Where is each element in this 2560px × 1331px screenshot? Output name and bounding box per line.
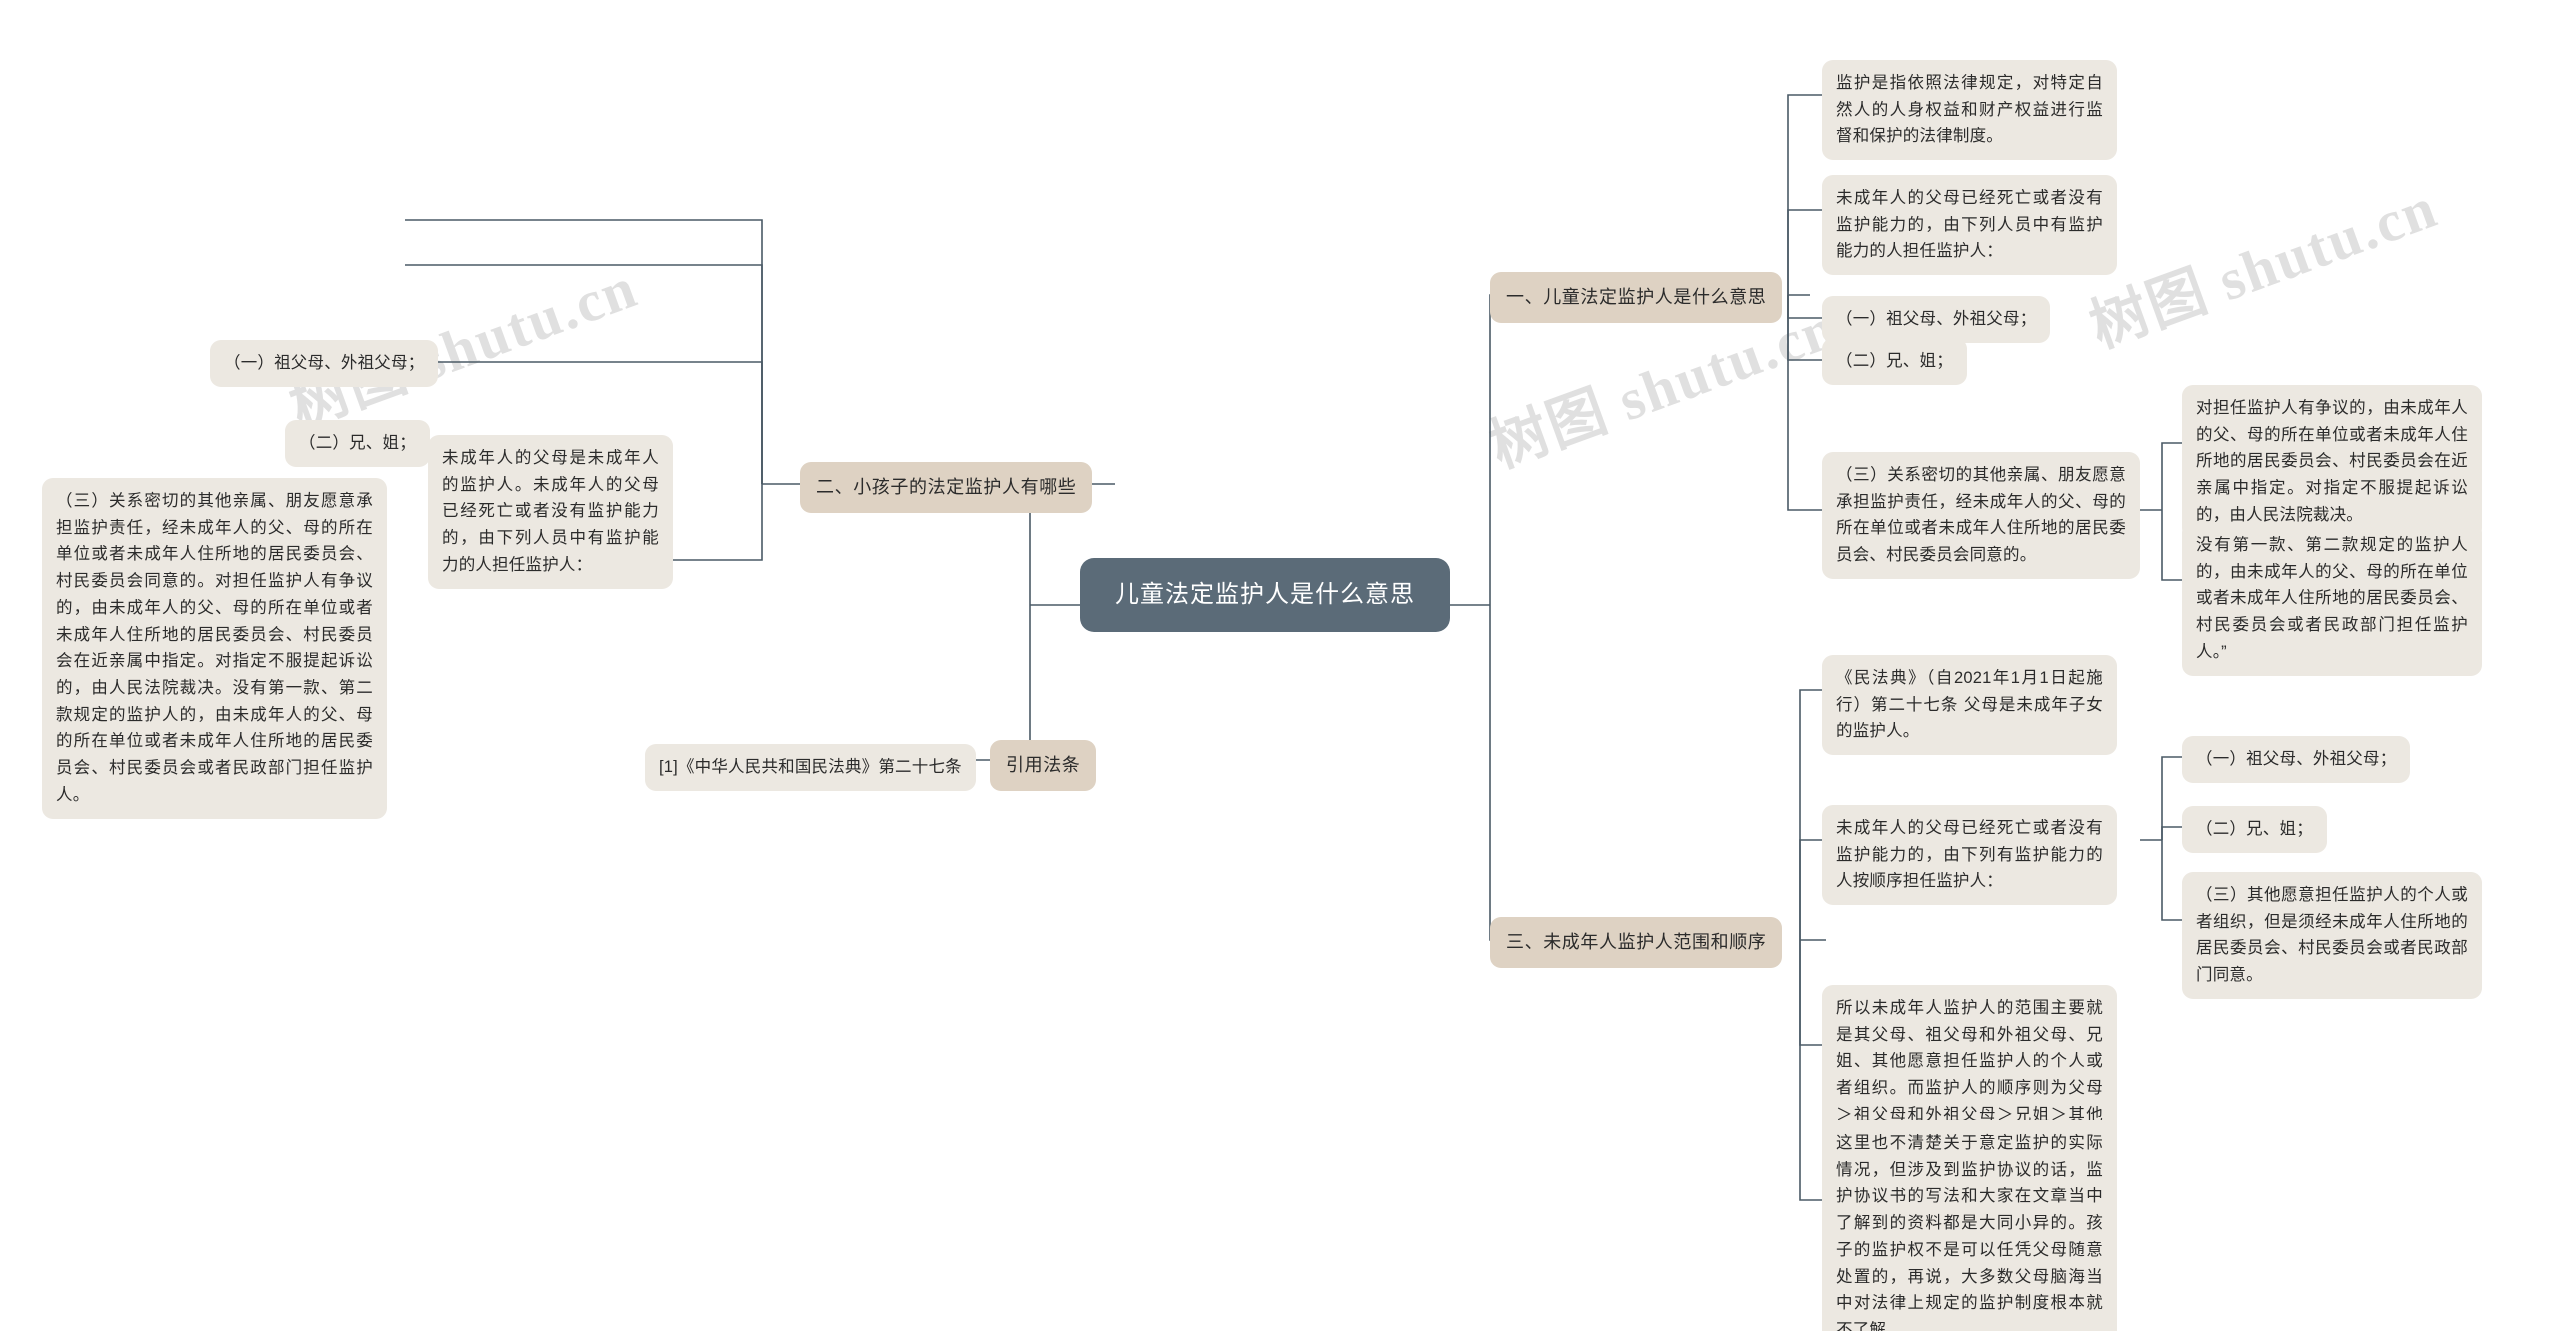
- leaf-label: 未成年人的父母已经死亡或者没有监护能力的，由下列有监护能力的人按顺序担任监护人：: [1836, 819, 2103, 891]
- leaf-node-r3-c2[interactable]: 未成年人的父母已经死亡或者没有监护能力的，由下列有监护能力的人按顺序担任监护人：: [1822, 805, 2117, 906]
- leaf-node-r3-c2-g3[interactable]: （三）其他愿意担任监护人的个人或者组织，但是须经未成年人住所地的居民委员会、村民…: [2182, 872, 2482, 999]
- leaf-label: （二）兄、姐；: [1836, 352, 1953, 370]
- leaf-label: （三）关系密切的其他亲属、朋友愿意承担监护责任，经未成年人的父、母的所在单位或者…: [1836, 466, 2126, 565]
- branch-node-reference[interactable]: 引用法条: [990, 740, 1097, 792]
- leaf-node-left-intro[interactable]: 未成年人的父母是未成年人的监护人。未成年人的父母已经死亡或者没有监护能力的，由下…: [428, 435, 673, 589]
- leaf-label: （二）兄、姐；: [299, 434, 416, 452]
- root-node[interactable]: 儿童法定监护人是什么意思: [1080, 558, 1450, 632]
- branch-label: 引用法条: [1006, 755, 1081, 775]
- leaf-label: 未成年人的父母是未成年人的监护人。未成年人的父母已经死亡或者没有监护能力的，由下…: [442, 449, 659, 574]
- leaf-label: 这里也不清楚关于意定监护的实际情况，但涉及到监护协议的话，监护协议书的写法和大家…: [1836, 1134, 2103, 1331]
- branch-node-3[interactable]: 三、未成年人监护人范围和顺序: [1490, 917, 1783, 969]
- leaf-label: （三）其他愿意担任监护人的个人或者组织，但是须经未成年人住所地的居民委员会、村民…: [2196, 886, 2468, 985]
- leaf-label: （一）祖父母、外祖父母；: [224, 354, 425, 372]
- branch-label: 三、未成年人监护人范围和顺序: [1506, 932, 1767, 952]
- leaf-node-r1-c5[interactable]: （三）关系密切的其他亲属、朋友愿意承担监护责任，经未成年人的父、母的所在单位或者…: [1822, 452, 2140, 579]
- leaf-label: [1]《中华人民共和国民法典》第二十七条: [659, 758, 962, 776]
- branch-label: 二、小孩子的法定监护人有哪些: [816, 477, 1077, 497]
- leaf-label: 监护是指依照法律规定，对特定自然人的人身权益和财产权益进行监督和保护的法律制度。: [1836, 74, 2103, 146]
- leaf-node-r3-c2-g1[interactable]: （一）祖父母、外祖父母；: [2182, 736, 2411, 783]
- leaf-label: 没有第一款、第二款规定的监护人的，由未成年人的父、母的所在单位或者未成年人住所地…: [2196, 536, 2468, 661]
- leaf-node-left-item-1[interactable]: （一）祖父母、外祖父母；: [210, 340, 439, 387]
- leaf-node-r3-c4[interactable]: 这里也不清楚关于意定监护的实际情况，但涉及到监护协议的话，监护协议书的写法和大家…: [1822, 1120, 2117, 1331]
- leaf-label: （三）关系密切的其他亲属、朋友愿意承担监护责任，经未成年人的父、母的所在单位或者…: [56, 492, 373, 804]
- leaf-node-r1-c5-g2[interactable]: 没有第一款、第二款规定的监护人的，由未成年人的父、母的所在单位或者未成年人住所地…: [2182, 522, 2482, 676]
- leaf-label: 《民法典》（自2021年1月1日起施行）第二十七条 父母是未成年子女的监护人。: [1836, 669, 2103, 741]
- leaf-label: 未成年人的父母已经死亡或者没有监护能力的，由下列人员中有监护能力的人担任监护人：: [1836, 189, 2103, 261]
- leaf-node-r1-c1[interactable]: 监护是指依照法律规定，对特定自然人的人身权益和财产权益进行监督和保护的法律制度。: [1822, 60, 2117, 161]
- leaf-node-r1-c4[interactable]: （二）兄、姐；: [1822, 338, 1967, 385]
- leaf-node-r1-c3[interactable]: （一）祖父母、外祖父母；: [1822, 296, 2051, 343]
- leaf-label: （二）兄、姐；: [2196, 820, 2313, 838]
- branch-node-1[interactable]: 一、儿童法定监护人是什么意思: [1490, 272, 1783, 324]
- branch-node-2[interactable]: 二、小孩子的法定监护人有哪些: [800, 462, 1093, 514]
- watermark: 树图 shutu.cn: [2081, 174, 2446, 360]
- leaf-node-left-item-2[interactable]: （二）兄、姐；: [285, 420, 430, 467]
- leaf-label: （一）祖父母、外祖父母；: [1836, 310, 2037, 328]
- mindmap-canvas: 树图 shutu.cn 树图 shutu.cn 树图 shutu.cn 儿童法定…: [0, 0, 2560, 1331]
- branch-label: 一、儿童法定监护人是什么意思: [1506, 287, 1767, 307]
- leaf-node-reference-1[interactable]: [1]《中华人民共和国民法典》第二十七条: [645, 744, 976, 791]
- leaf-node-r1-c2[interactable]: 未成年人的父母已经死亡或者没有监护能力的，由下列人员中有监护能力的人担任监护人：: [1822, 175, 2117, 276]
- leaf-node-r3-c2-g2[interactable]: （二）兄、姐；: [2182, 806, 2327, 853]
- leaf-node-r1-c5-g1[interactable]: 对担任监护人有争议的，由未成年人的父、母的所在单位或者未成年人住所地的居民委员会…: [2182, 385, 2482, 539]
- root-label: 儿童法定监护人是什么意思: [1115, 581, 1415, 608]
- leaf-node-r3-c1[interactable]: 《民法典》（自2021年1月1日起施行）第二十七条 父母是未成年子女的监护人。: [1822, 655, 2117, 756]
- leaf-label: （一）祖父母、外祖父母；: [2196, 750, 2397, 768]
- leaf-node-left-item-3[interactable]: （三）关系密切的其他亲属、朋友愿意承担监护责任，经未成年人的父、母的所在单位或者…: [42, 478, 387, 819]
- leaf-label: 对担任监护人有争议的，由未成年人的父、母的所在单位或者未成年人住所地的居民委员会…: [2196, 399, 2468, 524]
